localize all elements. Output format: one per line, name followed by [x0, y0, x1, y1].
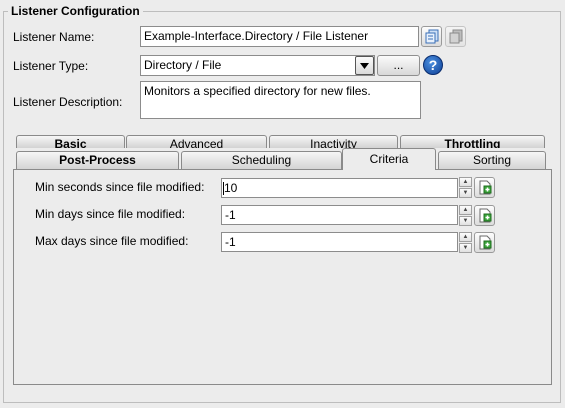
spinner-down-icon[interactable]: ▼	[459, 243, 472, 253]
listener-type-label: Listener Type:	[13, 59, 89, 73]
max-days-input[interactable]: -1	[221, 232, 458, 252]
min-seconds-value: 10	[224, 181, 238, 195]
tab-advanced[interactable]: Advanced	[126, 135, 267, 148]
listener-type-dropdown-button[interactable]	[355, 56, 374, 75]
paste-icon	[449, 29, 462, 44]
max-days-spinner[interactable]: ▲ ▼	[459, 232, 472, 253]
max-days-add-button[interactable]	[474, 232, 495, 253]
copy-icon	[425, 29, 438, 44]
min-days-label: Min days since file modified:	[35, 207, 186, 221]
criteria-tab-panel	[13, 169, 552, 385]
min-seconds-add-button[interactable]	[474, 177, 495, 198]
browse-button[interactable]: ...	[377, 55, 420, 76]
group-title: Listener Configuration	[8, 4, 143, 18]
tab-post-process[interactable]: Post-Process	[16, 151, 179, 170]
max-days-label: Max days since file modified:	[35, 234, 189, 248]
paste-button[interactable]	[445, 26, 466, 47]
tab-scheduling[interactable]: Scheduling	[181, 151, 342, 170]
add-icon	[479, 208, 491, 223]
spinner-up-icon[interactable]: ▲	[459, 232, 472, 242]
min-seconds-input[interactable]: 10	[221, 178, 458, 198]
min-days-spinner[interactable]: ▲ ▼	[459, 205, 472, 226]
min-seconds-spinner[interactable]: ▲ ▼	[459, 177, 472, 198]
listener-description-label: Listener Description:	[13, 95, 123, 109]
listener-name-label: Listener Name:	[13, 30, 95, 44]
listener-type-select[interactable]: Directory / File	[140, 55, 375, 76]
listener-description-textarea[interactable]: Monitors a specified directory for new f…	[140, 81, 421, 119]
spinner-down-icon[interactable]: ▼	[459, 188, 472, 198]
tab-criteria[interactable]: Criteria	[342, 148, 436, 170]
min-seconds-label: Min seconds since file modified:	[35, 180, 205, 194]
tab-inactivity[interactable]: Inactivity	[269, 135, 398, 148]
add-icon	[479, 235, 491, 250]
spinner-down-icon[interactable]: ▼	[459, 216, 472, 226]
help-icon[interactable]: ?	[423, 55, 443, 75]
tab-throttling[interactable]: Throttling	[400, 135, 545, 148]
tab-sorting[interactable]: Sorting	[438, 151, 546, 170]
min-days-add-button[interactable]	[474, 205, 495, 226]
add-icon	[479, 180, 491, 195]
spinner-up-icon[interactable]: ▲	[459, 177, 472, 187]
copy-button[interactable]	[421, 26, 442, 47]
chevron-down-icon	[360, 62, 369, 69]
min-days-input[interactable]: -1	[221, 205, 458, 225]
listener-name-input[interactable]: Example-Interface.Directory / File Liste…	[140, 26, 419, 47]
spinner-up-icon[interactable]: ▲	[459, 205, 472, 215]
tab-basic[interactable]: Basic	[16, 135, 125, 148]
